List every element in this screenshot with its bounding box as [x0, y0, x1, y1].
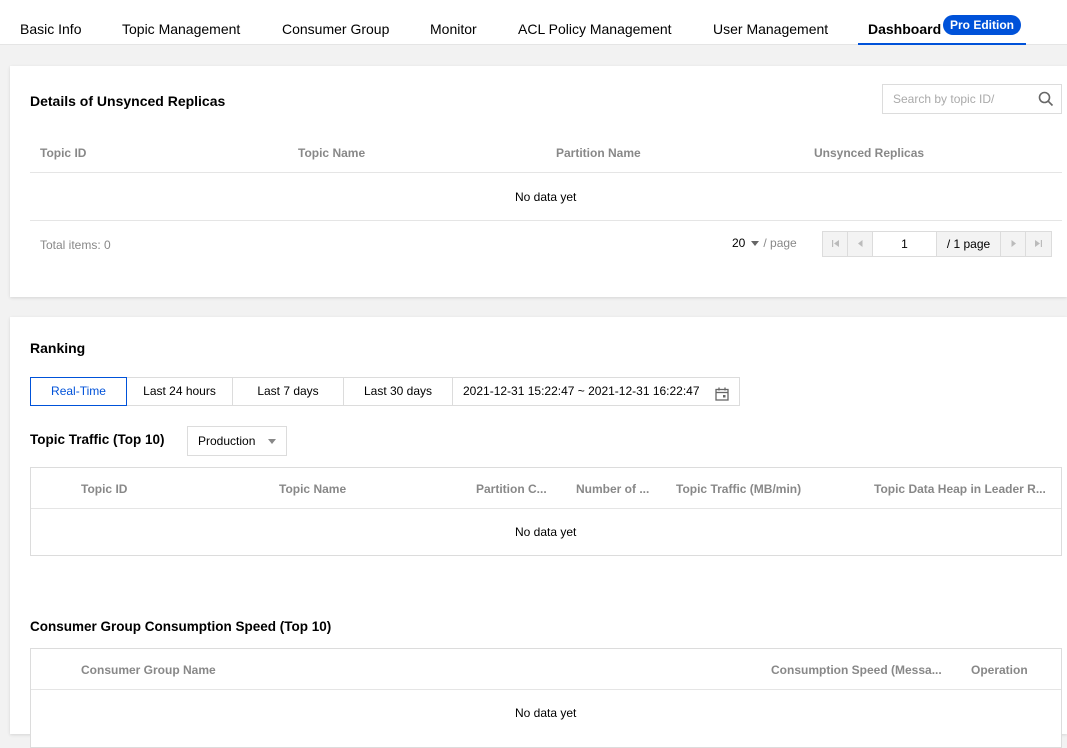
- unsynced-replicas-title: Details of Unsynced Replicas: [30, 93, 226, 109]
- per-page-label: / page: [763, 236, 797, 250]
- topic-traffic-table: Topic ID Topic Name Partition C... Numbe…: [30, 467, 1062, 556]
- tab-topic-management[interactable]: Topic Management: [122, 21, 240, 37]
- first-page-icon: [832, 240, 839, 247]
- time-option-last-24-hours[interactable]: Last 24 hours: [126, 377, 233, 406]
- current-page-input[interactable]: 1: [873, 232, 937, 256]
- tab-consumer-group[interactable]: Consumer Group: [282, 21, 389, 37]
- empty-state-text: No data yet: [515, 190, 577, 204]
- table-divider: [30, 220, 1062, 221]
- total-items-count: 0: [104, 238, 111, 252]
- next-page-button[interactable]: [1001, 232, 1026, 256]
- topic-traffic-title: Topic Traffic (Top 10): [30, 432, 165, 447]
- column-topic-name: Topic Name: [298, 146, 366, 160]
- consumer-speed-title: Consumer Group Consumption Speed (Top 10…: [30, 619, 332, 634]
- column-number-of: Number of ...: [576, 482, 650, 496]
- unsynced-replicas-panel: Details of Unsynced Replicas Topic ID To…: [10, 66, 1067, 297]
- column-consumer-group-name: Consumer Group Name: [81, 663, 216, 677]
- search-icon[interactable]: [1038, 91, 1054, 107]
- pagination: 1 / 1 page: [822, 231, 1052, 257]
- column-partition-count: Partition C...: [476, 482, 547, 496]
- consumer-speed-table: Consumer Group Name Consumption Speed (M…: [30, 648, 1062, 748]
- last-page-icon: [1035, 240, 1042, 247]
- time-option-real-time[interactable]: Real-Time: [30, 377, 127, 406]
- tab-monitor[interactable]: Monitor: [430, 21, 477, 37]
- calendar-icon[interactable]: [715, 384, 729, 411]
- ranking-title: Ranking: [30, 340, 86, 356]
- total-items-label: Total items:: [40, 238, 101, 252]
- page-size-selector[interactable]: 20 / page: [732, 236, 797, 250]
- topic-search-input[interactable]: [883, 85, 1031, 113]
- column-topic-id: Topic ID: [81, 482, 128, 496]
- prev-page-icon: [858, 240, 863, 247]
- column-topic-data-heap: Topic Data Heap in Leader R...: [874, 482, 1046, 496]
- environment-select-value: Production: [198, 434, 256, 448]
- column-topic-id: Topic ID: [40, 146, 87, 160]
- first-page-button[interactable]: [823, 232, 848, 256]
- ranking-panel: Ranking Real-Time Last 24 hours Last 7 d…: [10, 317, 1067, 748]
- pro-edition-badge: Pro Edition: [943, 15, 1021, 35]
- column-unsynced-replicas: Unsynced Replicas: [814, 146, 925, 160]
- next-page-icon: [1011, 240, 1016, 247]
- column-topic-traffic: Topic Traffic (MB/min): [676, 482, 802, 496]
- column-consumption-speed: Consumption Speed (Messa...: [771, 663, 942, 677]
- tab-acl-policy-management[interactable]: ACL Policy Management: [518, 21, 672, 37]
- chevron-down-icon: [751, 240, 760, 246]
- topic-search-box: [882, 84, 1062, 114]
- time-option-last-30-days[interactable]: Last 30 days: [343, 377, 453, 406]
- tab-bar: Basic Info Topic Management Consumer Gro…: [0, 0, 1067, 45]
- column-partition-name: Partition Name: [556, 146, 641, 160]
- table-divider: [31, 508, 1061, 509]
- page-size-value: 20: [732, 236, 746, 250]
- tab-user-management[interactable]: User Management: [713, 21, 828, 37]
- tab-basic-info[interactable]: Basic Info: [20, 21, 81, 37]
- tab-dashboard[interactable]: Dashboard: [868, 21, 941, 37]
- total-pages-label: / 1 page: [937, 232, 1001, 256]
- active-tab-indicator: [858, 43, 1026, 45]
- column-operation: Operation: [971, 663, 1028, 677]
- time-option-last-7-days[interactable]: Last 7 days: [232, 377, 344, 406]
- table-divider: [31, 689, 1061, 690]
- empty-state-text: No data yet: [515, 706, 577, 720]
- chevron-down-icon: [268, 439, 276, 444]
- empty-state-text: No data yet: [515, 525, 577, 539]
- date-range-value: 2021-12-31 15:22:47 ~ 2021-12-31 16:22:4…: [463, 384, 700, 398]
- total-items: Total items: 0: [40, 238, 111, 252]
- environment-select[interactable]: Production: [187, 426, 287, 456]
- column-topic-name: Topic Name: [279, 482, 347, 496]
- last-page-button[interactable]: [1026, 232, 1051, 256]
- table-divider: [30, 172, 1062, 173]
- prev-page-button[interactable]: [848, 232, 873, 256]
- date-range-picker[interactable]: 2021-12-31 15:22:47 ~ 2021-12-31 16:22:4…: [452, 377, 740, 406]
